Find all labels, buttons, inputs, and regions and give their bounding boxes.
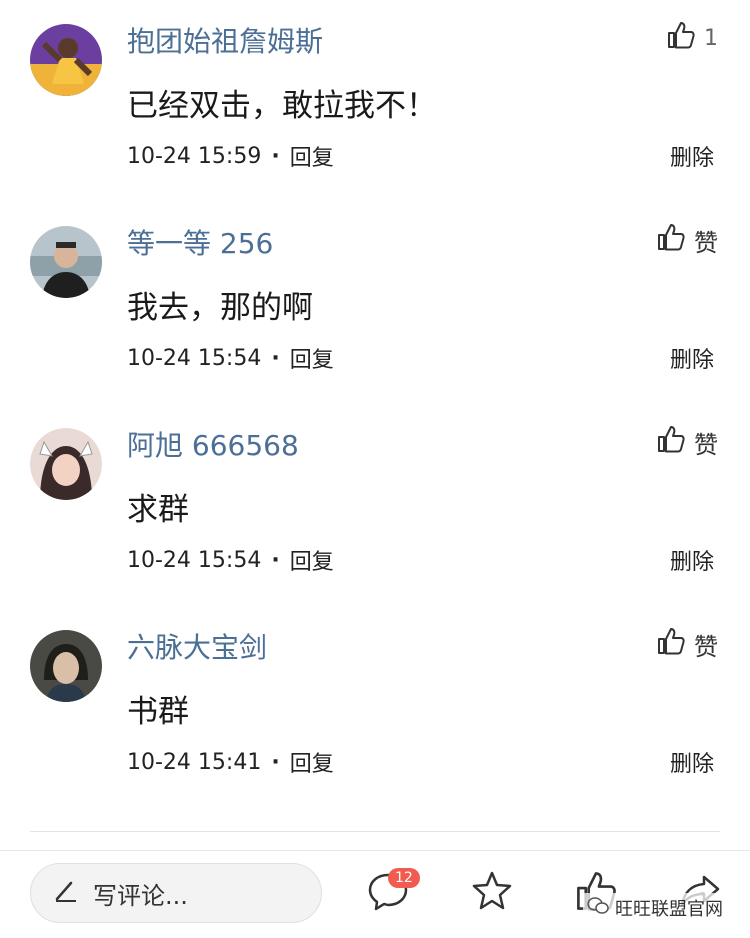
delete-button[interactable]: 删除 <box>670 342 714 374</box>
thumb-up-icon <box>656 424 686 460</box>
like-label: 赞 <box>694 430 718 459</box>
avatar[interactable] <box>30 226 102 298</box>
watermark: 旺旺联盟官网 <box>583 893 727 923</box>
comment-text: 求群 <box>127 492 189 528</box>
comment-count-badge: 12 <box>388 868 420 888</box>
like-button[interactable]: 赞 <box>656 424 718 460</box>
timestamp: 10-24 15:54 <box>127 547 262 573</box>
like-count: 1 <box>704 25 718 51</box>
avatar[interactable] <box>30 428 102 500</box>
pen-icon <box>53 877 79 909</box>
username[interactable]: 等一等 256 <box>127 222 273 262</box>
reply-button[interactable]: 回复 <box>290 544 334 576</box>
separator-dot: · <box>271 345 280 371</box>
username[interactable]: 六脉大宝剑 <box>127 626 267 666</box>
reply-button[interactable]: 回复 <box>290 342 334 374</box>
comment-item: 阿旭 666568 赞 求群 10-24 15:54 · 回复 删除 <box>0 404 750 606</box>
comment-text: 我去，那的啊 <box>127 290 313 326</box>
watermark-text: 旺旺联盟官网 <box>615 899 723 920</box>
compose-comment-input[interactable]: 写评论... <box>30 863 322 923</box>
comment-meta: 10-24 15:41 · 回复 <box>127 746 334 778</box>
divider <box>30 831 720 832</box>
delete-button[interactable]: 删除 <box>670 746 714 778</box>
avatar[interactable] <box>30 24 102 96</box>
timestamp: 10-24 15:54 <box>127 345 262 371</box>
thumb-up-icon <box>666 20 696 56</box>
comment-item: 等一等 256 赞 我去，那的啊 10-24 15:54 · 回复 删除 <box>0 202 750 404</box>
bottom-bar: 写评论... 12 旺旺联盟官网 <box>0 850 750 938</box>
like-button[interactable]: 1 <box>666 20 718 56</box>
star-icon[interactable] <box>470 869 514 917</box>
reply-button[interactable]: 回复 <box>290 140 334 172</box>
comment-item: 抱团始祖詹姆斯 1 已经双击，敢拉我不！ 10-24 15:59 · 回复 删除 <box>0 0 750 202</box>
thumb-up-icon <box>656 222 686 258</box>
delete-button[interactable]: 删除 <box>670 140 714 172</box>
separator-dot: · <box>271 143 280 169</box>
separator-dot: · <box>271 749 280 775</box>
comment-meta: 10-24 15:54 · 回复 <box>127 544 334 576</box>
separator-dot: · <box>271 547 280 573</box>
comment-meta: 10-24 15:59 · 回复 <box>127 140 334 172</box>
comment-meta: 10-24 15:54 · 回复 <box>127 342 334 374</box>
username[interactable]: 阿旭 666568 <box>127 424 299 464</box>
timestamp: 10-24 15:59 <box>127 143 262 169</box>
reply-button[interactable]: 回复 <box>290 746 334 778</box>
like-label: 赞 <box>694 228 718 257</box>
like-label: 赞 <box>694 632 718 661</box>
comment-item: 六脉大宝剑 赞 书群 10-24 15:41 · 回复 删除 <box>0 606 750 808</box>
avatar[interactable] <box>30 630 102 702</box>
thumb-up-icon <box>656 626 686 662</box>
like-button[interactable]: 赞 <box>656 222 718 258</box>
username[interactable]: 抱团始祖詹姆斯 <box>127 20 323 60</box>
timestamp: 10-24 15:41 <box>127 749 262 775</box>
wechat-icon <box>587 896 609 920</box>
comment-text: 书群 <box>127 694 189 730</box>
delete-button[interactable]: 删除 <box>670 544 714 576</box>
comment-text: 已经双击，敢拉我不！ <box>127 88 437 124</box>
like-button[interactable]: 赞 <box>656 626 718 662</box>
compose-placeholder: 写评论... <box>93 881 188 910</box>
